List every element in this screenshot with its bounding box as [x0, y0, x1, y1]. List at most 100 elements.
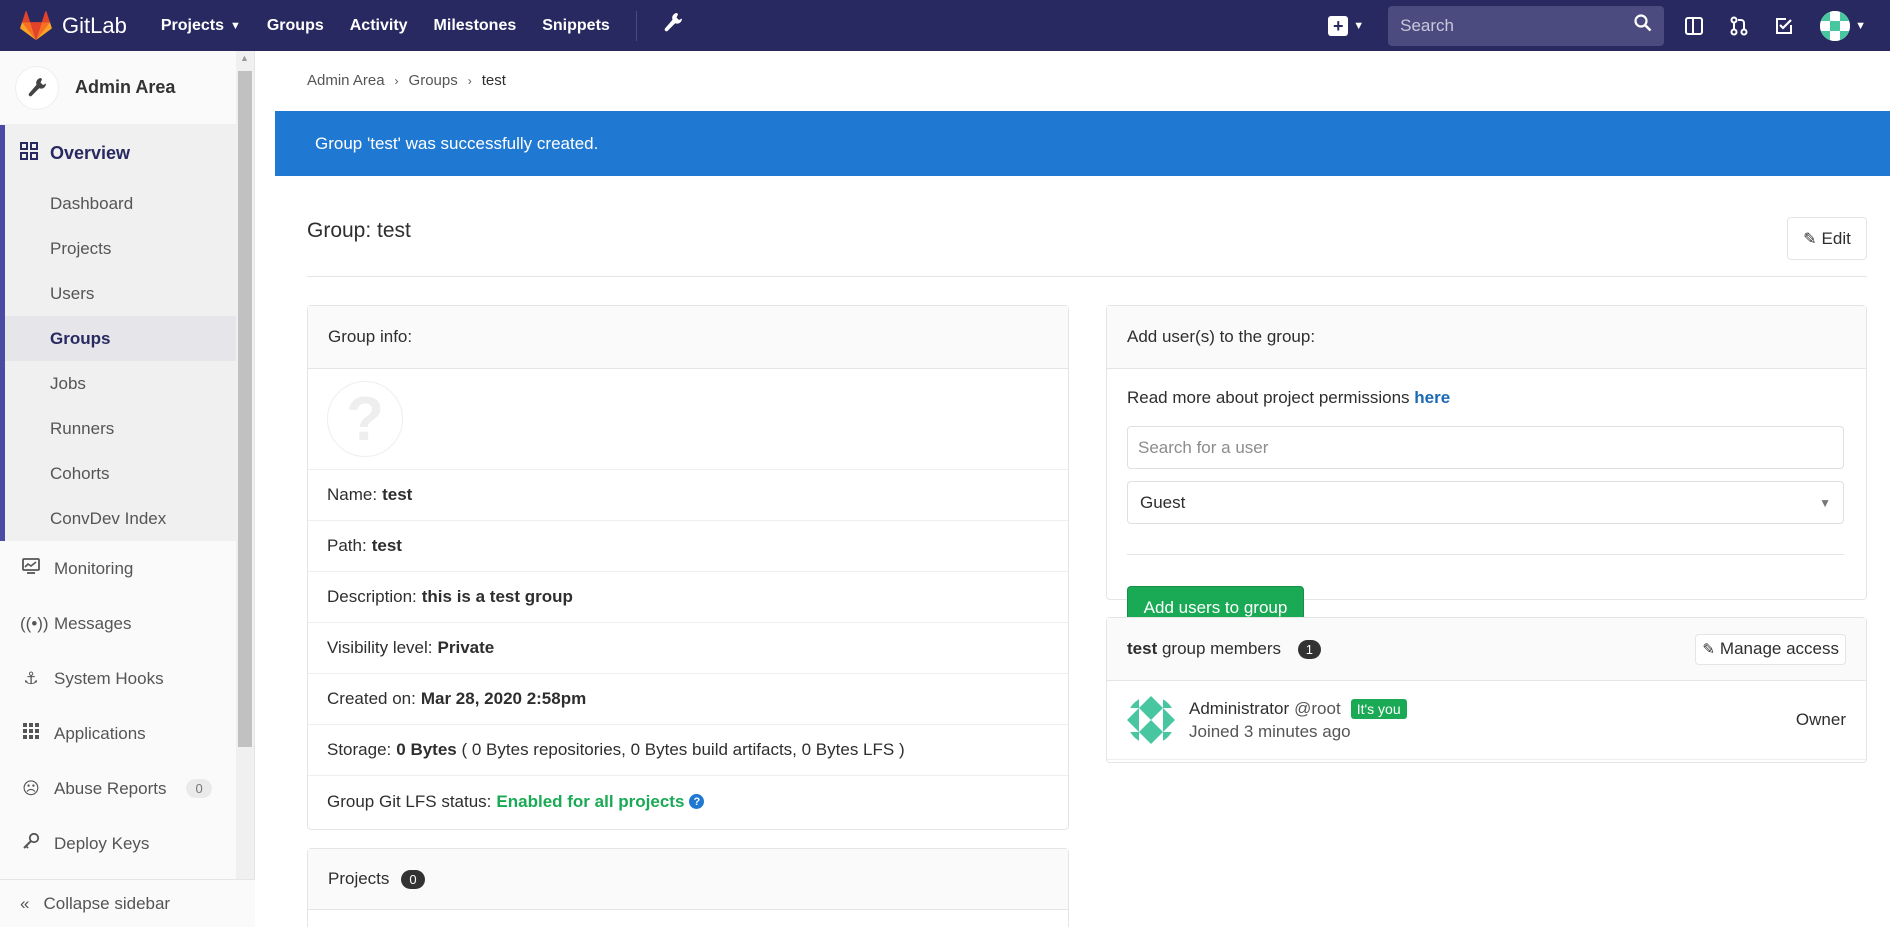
group-name: test [1127, 639, 1158, 658]
manage-access-button[interactable]: ✎ Manage access [1695, 633, 1846, 665]
avatar[interactable] [1127, 696, 1175, 744]
breadcrumb: Admin Area › Groups › test [307, 51, 1890, 110]
nav-projects[interactable]: Projects ▼ [161, 17, 241, 35]
todo-check-icon[interactable] [1774, 16, 1794, 36]
sidebar-item-jobs[interactable]: Jobs [5, 361, 254, 406]
sidebar-item-convdev-index[interactable]: ConvDev Index [5, 496, 254, 541]
member-handle: @root [1294, 698, 1341, 718]
lfs-status: Enabled for all projects [496, 791, 685, 811]
sidebar-item-label: Overview [50, 142, 131, 163]
sidebar-header[interactable]: Admin Area [0, 51, 254, 125]
chevron-right-icon: › [467, 73, 472, 88]
sidebar-item-projects[interactable]: Projects [5, 226, 254, 271]
chevron-down-icon: ▼ [1353, 19, 1365, 32]
admin-wrench-icon[interactable] [663, 12, 683, 40]
breadcrumb-admin-area[interactable]: Admin Area [307, 72, 385, 89]
sidebar-toggle-icon[interactable] [1684, 16, 1704, 36]
info-value: Mar 28, 2020 2:58pm [420, 689, 587, 708]
nav-links: Projects ▼ Groups Activity Milestones Sni… [161, 0, 683, 51]
nav-projects-label: Projects [160, 16, 224, 34]
sidebar-title: Admin Area [75, 77, 176, 97]
count-badge: 0 [401, 869, 425, 889]
search-icon[interactable] [1634, 14, 1652, 37]
page-title: Group: test [307, 219, 411, 242]
grid-icon [20, 722, 42, 745]
tanuki-icon [20, 10, 52, 40]
nav-groups[interactable]: Groups [267, 17, 324, 35]
count-badge: 0 [186, 779, 212, 798]
scrollbar-thumb[interactable] [238, 71, 252, 747]
projects-header-label: Projects [328, 869, 390, 888]
user-menu[interactable]: ▼ [1820, 10, 1866, 41]
page-header: Group: test ✎ Edit [307, 177, 1867, 277]
access-level-select[interactable]: Guest ▼ [1127, 481, 1844, 524]
chevron-down-icon: ▼ [229, 19, 241, 32]
nav-divider [635, 10, 637, 41]
user-search-input[interactable] [1127, 426, 1844, 469]
sidebar-item-label: Monitoring [54, 558, 134, 578]
sidebar-item-dashboard[interactable]: Dashboard [5, 181, 254, 226]
permissions-link[interactable]: here [1414, 388, 1450, 407]
merge-request-icon[interactable] [1730, 16, 1748, 36]
scroll-up-arrow-icon[interactable]: ▲ [240, 53, 249, 63]
sidebar-item-deploy-keys[interactable]: Deploy Keys [0, 816, 254, 871]
card-header: Group info: [308, 306, 1068, 369]
gitlab-logo[interactable]: GitLab [20, 0, 127, 51]
info-label: Visibility level: [327, 638, 433, 657]
nav-milestones[interactable]: Milestones [434, 17, 517, 35]
sidebar-item-system-hooks[interactable]: ⚓ System Hooks [0, 651, 254, 706]
sidebar-item-abuse-reports[interactable]: ☹ Abuse Reports 0 [0, 761, 254, 816]
edit-button[interactable]: ✎ Edit [1787, 217, 1867, 260]
divider [1127, 554, 1844, 555]
info-label: Path: [327, 536, 367, 555]
storage-detail: ( 0 Bytes repositories, 0 Bytes build ar… [461, 740, 905, 759]
nav-activity[interactable]: Activity [350, 17, 408, 35]
info-value: Private [437, 638, 495, 657]
info-row-created: Created on: Mar 28, 2020 2:58pm [308, 674, 1068, 725]
members-title: test group members 1 [1127, 639, 1321, 659]
permissions-text: Read more about project permissions here [1127, 388, 1450, 408]
search-input[interactable] [1400, 15, 1635, 36]
sidebar-item-label: System Hooks [54, 668, 164, 688]
wrench-icon [15, 65, 59, 110]
selected-role: Guest [1140, 492, 1186, 512]
count-badge: 1 [1297, 640, 1321, 659]
permissions-label: Read more about project permissions [1127, 388, 1410, 407]
sidebar-item-label: Applications [54, 723, 146, 743]
sidebar-scrollbar[interactable]: ▲ [236, 51, 254, 879]
sidebar-item-applications[interactable]: Applications [0, 706, 254, 761]
monitor-icon [20, 558, 42, 579]
chevron-down-icon: ▼ [1855, 19, 1866, 32]
member-name[interactable]: Administrator [1189, 699, 1289, 719]
sidebar-item-messages[interactable]: ((•)) Messages [0, 596, 254, 651]
breadcrumb-current[interactable]: test [482, 72, 506, 89]
breadcrumb-groups[interactable]: Groups [409, 72, 458, 89]
info-row-lfs: Group Git LFS status: Enabled for all pro… [308, 776, 1068, 827]
info-row-name: Name: test [308, 470, 1068, 521]
edit-icon: ✎ [1702, 641, 1715, 658]
members-header-suffix: group members [1161, 639, 1282, 658]
avatar [1820, 10, 1851, 41]
nav-snippets[interactable]: Snippets [542, 17, 610, 35]
sidebar-item-runners[interactable]: Runners [5, 406, 254, 451]
main-content: Admin Area › Groups › test Group 'test' … [275, 51, 1890, 927]
sidebar-item-overview[interactable]: Overview [5, 125, 254, 181]
new-dropdown[interactable]: + ▼ [1328, 15, 1365, 36]
projects-card: Projects 0 [307, 848, 1069, 927]
sidebar-item-cohorts[interactable]: Cohorts [5, 451, 254, 496]
member-name-line: Administrator @root It's you [1189, 698, 1407, 719]
question-circle-icon[interactable]: ? [689, 794, 705, 809]
sidebar-section-overview: Overview Dashboard Projects Users Groups… [0, 125, 254, 541]
anchor-icon: ⚓ [23, 668, 39, 688]
add-users-card: Add user(s) to the group: Read more abou… [1106, 305, 1867, 629]
info-value: test [371, 536, 402, 555]
sidebar-item-users[interactable]: Users [5, 271, 254, 316]
sidebar-item-monitoring[interactable]: Monitoring [0, 541, 254, 596]
info-label: Description: [327, 587, 417, 606]
collapse-sidebar-button[interactable]: « Collapse sidebar [0, 879, 255, 927]
info-label: Group Git LFS status: [327, 791, 492, 811]
info-label: Name: [327, 485, 378, 504]
flash-notice: Group 'test' was successfully created. [275, 111, 1890, 176]
sidebar-item-groups[interactable]: Groups [5, 316, 254, 361]
search-box[interactable] [1388, 5, 1665, 46]
